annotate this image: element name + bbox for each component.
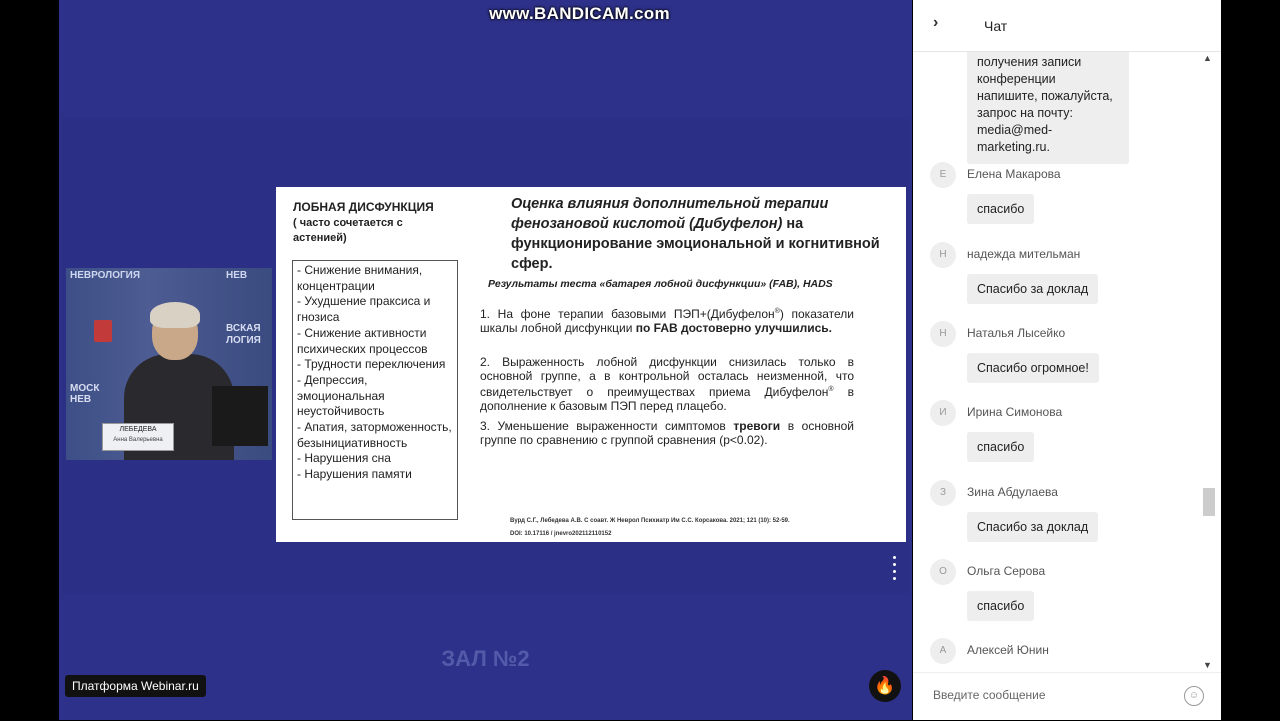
message-bubble: Спасибо за доклад <box>967 512 1099 542</box>
more-options-icon[interactable] <box>893 556 899 584</box>
chat-scrollbar-thumb[interactable] <box>1203 488 1215 516</box>
chat-title: Чат <box>984 18 1008 34</box>
avatar: О <box>930 559 956 585</box>
slide-reference: Вурд С.Г., Лебедева А.В. С соавт. Ж Невр… <box>510 518 790 524</box>
speaker-camera[interactable]: НЕВРОЛОГИЯ НЕВ ВСКАЯ ЛОГИЯ МОСК НЕВ ЛЕБЕ… <box>66 268 272 460</box>
left-letterbox <box>0 0 59 720</box>
slide-title-italic: Оценка влияния дополнительной терапии фе… <box>511 196 829 232</box>
slide-doi: DOI: 10.17116 / jnevro202112110152 <box>510 531 612 537</box>
platform-badge[interactable]: Платформа Webinar.ru <box>65 675 206 697</box>
slide-left-title: ЛОБНАЯ ДИСФУНКЦИЯ <box>293 200 434 214</box>
symptom-item: - Нарушения памяти <box>297 467 412 482</box>
slide-title: Оценка влияния дополнительной терапии фе… <box>511 194 881 274</box>
avatar: Е <box>930 162 956 188</box>
nameplate-subtitle: Анна Валерьевна <box>113 437 163 443</box>
message-input[interactable] <box>931 683 1175 707</box>
backdrop-logo-right: НЕВ <box>226 270 248 281</box>
message-author: Алексей Юнин <box>967 643 1049 657</box>
chat-header: › Чат <box>913 0 1221 52</box>
symptom-list: - Снижение внимания, концентрации - Ухуд… <box>292 260 458 520</box>
scroll-down-icon[interactable]: ▼ <box>1203 660 1212 670</box>
message-bubble: получения записи конференции напишите, п… <box>967 52 1129 164</box>
message-bubble: спасибо <box>967 432 1035 462</box>
symptom-item: - Ухудшение праксиса и гнозиса <box>297 294 431 325</box>
chat-messages[interactable]: получения записи конференции напишите, п… <box>913 52 1205 672</box>
message-bubble: спасибо <box>967 194 1035 224</box>
message-bubble: Спасибо за доклад <box>967 274 1099 304</box>
message-author: Зина Абдулаева <box>967 485 1058 499</box>
moscow-emblem-icon <box>94 320 112 342</box>
backdrop-logo-left: НЕВРОЛОГИЯ <box>70 270 141 281</box>
presentation-slide: ЛОБНАЯ ДИСФУНКЦИЯ ( часто сочетается с а… <box>276 187 906 542</box>
message-author: надежда мительман <box>967 247 1081 261</box>
fire-icon[interactable]: 🔥 <box>869 670 901 702</box>
slide-subtitle: Результаты теста «батарея лобной дисфунк… <box>488 278 833 290</box>
avatar: З <box>930 480 956 506</box>
hall-label: ЗАЛ №2 <box>441 646 530 671</box>
right-letterbox <box>1221 0 1280 720</box>
finding-2: 2. Выраженность лобной дисфункции снизил… <box>480 355 854 413</box>
symptom-item: - Депрессия, эмоциональная неустойчивост… <box>297 372 385 419</box>
finding-1-emphasis: по FAB достоверно улучшились. <box>635 321 833 335</box>
message-author: Елена Макарова <box>967 167 1061 181</box>
backdrop-banner-text-left: МОСК НЕВ <box>70 383 100 405</box>
finding-3-text: 3. Уменьшение выраженности симптомов <box>480 419 734 433</box>
symptom-item: - Апатия, заторможенность, безынициативн… <box>297 420 452 450</box>
avatar: Н <box>930 242 956 268</box>
slide-left-subtitle: ( часто сочетается с астенией) <box>293 217 403 244</box>
speaker-nameplate: ЛЕБЕДЕВА Анна Валерьевна <box>102 423 174 451</box>
nameplate-name: ЛЕБЕДЕВА <box>119 426 157 433</box>
message-author: Наталья Лысейко <box>967 326 1066 340</box>
chat-panel: › Чат получения записи конференции напиш… <box>913 0 1221 720</box>
avatar: А <box>930 638 956 664</box>
finding-3-emphasis: тревоги <box>733 419 781 433</box>
avatar: Н <box>930 321 956 347</box>
recorder-watermark: www.BANDICAM.com <box>489 4 670 23</box>
finding-1-text: 1. На фоне терапии базовыми ПЭП+(Дибуфел… <box>480 307 775 321</box>
scroll-up-icon[interactable]: ▲ <box>1203 53 1212 63</box>
symptom-item: - Снижение внимания, концентрации <box>297 263 423 293</box>
avatar: И <box>930 400 956 426</box>
finding-2-text: 2. Выраженность лобной дисфункции снизил… <box>480 355 854 399</box>
message-bubble: спасибо <box>967 591 1035 621</box>
symptom-item: - Снижение активности психических процес… <box>297 325 428 356</box>
video-stage[interactable]: НЕВРОЛОГИЯ НЕВ ВСКАЯ ЛОГИЯ МОСК НЕВ ЛЕБЕ… <box>59 0 912 720</box>
laptop <box>212 386 268 446</box>
message-author: Ирина Симонова <box>967 405 1063 419</box>
speaker-hair <box>150 302 200 328</box>
finding-3: 3. Уменьшение выраженности симптомов тре… <box>480 419 854 447</box>
chevron-right-icon[interactable]: › <box>933 14 938 32</box>
symptom-item: - Трудности переключения <box>297 357 446 372</box>
message-author: Ольга Серова <box>967 564 1046 578</box>
symptom-item: - Нарушения сна <box>297 451 391 466</box>
finding-1: 1. На фоне терапии базовыми ПЭП+(Дибуфел… <box>480 305 854 335</box>
backdrop-banner-text: ВСКАЯ ЛОГИЯ <box>226 323 261 346</box>
message-bubble: Спасибо огромное! <box>967 353 1099 383</box>
emoji-icon[interactable]: ☺ <box>1184 686 1204 706</box>
chat-input-bar: ☺ <box>913 672 1221 721</box>
